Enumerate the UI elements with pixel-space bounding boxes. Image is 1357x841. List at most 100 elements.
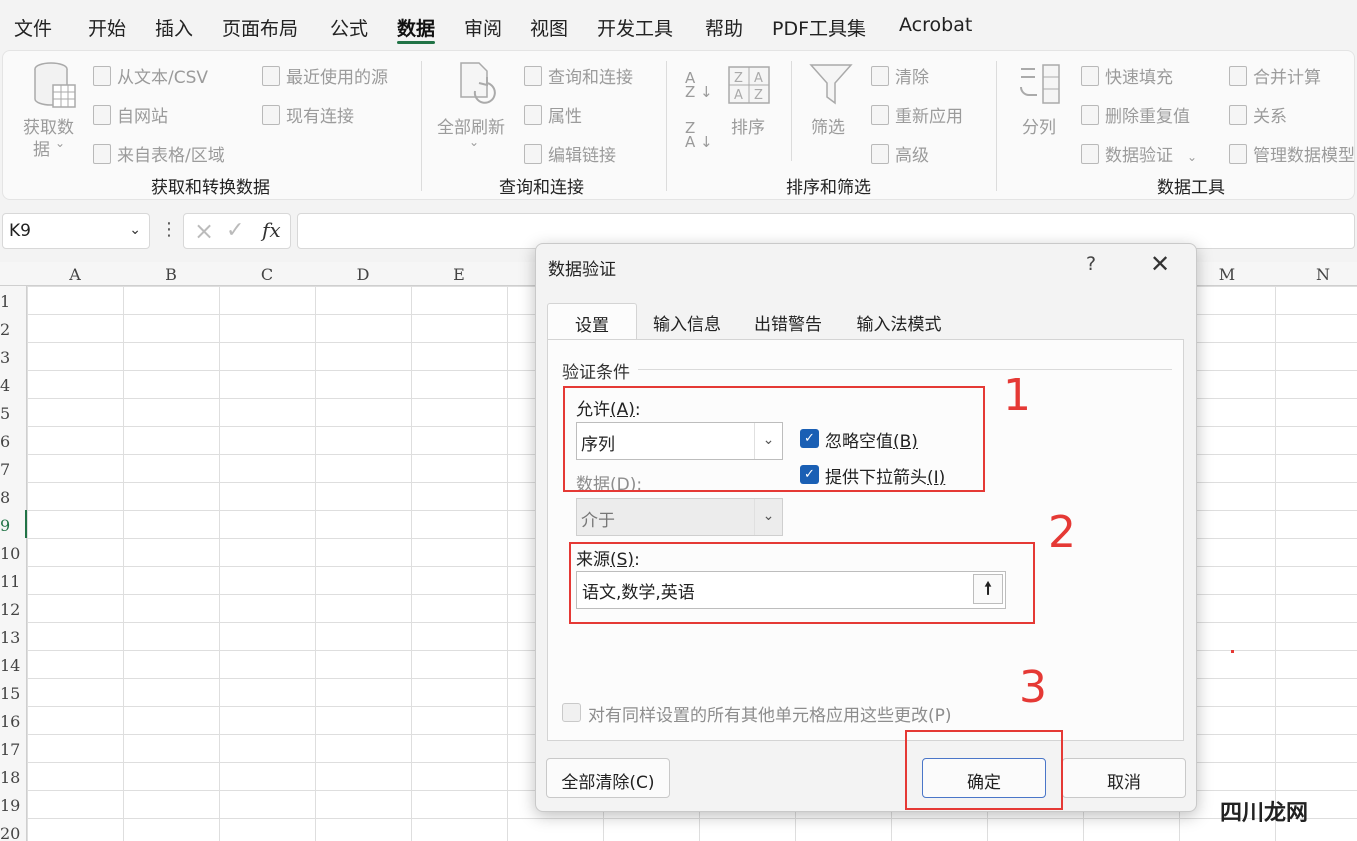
column-header-m[interactable]: M [1217,265,1237,284]
row-header[interactable]: 15 [0,684,20,703]
filter-button[interactable]: 筛选 [811,113,845,138]
row-header[interactable]: 6 [0,432,10,451]
menu-tab-acrobat[interactable]: Acrobat [899,14,972,36]
insert-function-icon[interactable]: fx [262,218,281,242]
properties-label: 属性 [548,107,582,127]
database-table-icon [34,62,76,108]
flash-fill-button[interactable]: 快速填充 [1081,63,1173,88]
column-header-b[interactable]: B [161,265,181,284]
row-header[interactable]: 16 [0,712,20,731]
connection-file-icon [262,105,280,125]
remove-duplicates-button[interactable]: 删除重复值 [1081,102,1190,127]
svg-text:Z: Z [754,88,763,103]
clear-all-button[interactable]: 全部清除(C) [546,758,670,798]
edit-links-icon [524,144,542,164]
relationships-button[interactable]: 关系 [1229,102,1287,127]
text-to-columns-icon [1020,64,1060,104]
row-header[interactable]: 17 [0,740,20,759]
chevron-down-icon[interactable]: ⌄ [129,222,141,238]
column-header-c[interactable]: C [257,265,277,284]
clear-filter-icon [871,66,889,86]
row-header[interactable]: 5 [0,404,10,423]
column-header-d[interactable]: D [353,265,373,284]
column-header-a[interactable]: A [65,265,85,284]
row-header[interactable]: 10 [0,544,20,563]
clear-filter-label: 清除 [895,68,929,88]
menu-tab-help[interactable]: 帮助 [705,14,743,41]
row-header[interactable]: 18 [0,768,20,787]
from-text-csv-button[interactable]: 从文本/CSV [93,63,208,88]
stray-mark [1231,650,1234,653]
row-header[interactable]: 7 [0,460,10,479]
formula-tools: × ✓ fx [183,213,291,249]
sort-button[interactable]: 排序 [731,113,765,138]
tab-error-alert[interactable]: 出错警告 [738,303,838,339]
recent-sources-button[interactable]: 最近使用的源 [262,63,388,88]
row-header[interactable]: 8 [0,488,10,507]
row-header[interactable]: 2 [0,320,10,339]
apply-to-all-checkbox[interactable] [562,703,581,722]
properties-button[interactable]: 属性 [524,102,582,127]
table-icon [93,144,111,164]
group-divider [421,61,422,191]
advanced-filter-button[interactable]: 高级 [871,141,929,166]
queries-connections-label: 查询和连接 [548,68,633,88]
edit-links-label: 编辑链接 [548,146,616,166]
menu-tab-review[interactable]: 审阅 [464,14,502,41]
row-header[interactable]: 20 [0,824,20,841]
queries-connections-button[interactable]: 查询和连接 [524,63,633,88]
help-icon[interactable]: ? [1086,253,1096,275]
row-header[interactable]: 4 [0,376,10,395]
svg-text:A: A [754,71,763,86]
more-options-icon[interactable]: ⋮ [160,219,178,240]
menu-tab-view[interactable]: 视图 [530,14,568,41]
cancel-button[interactable]: 取消 [1062,758,1186,798]
edit-links-button[interactable]: 编辑链接 [524,141,616,166]
dialog-title: 数据验证 [548,260,616,280]
menu-tab-insert[interactable]: 插入 [155,14,193,41]
svg-text:A: A [734,88,743,103]
enter-check-icon[interactable]: ✓ [226,218,244,243]
menu-tab-developer[interactable]: 开发工具 [597,14,673,41]
row-header[interactable]: 13 [0,628,20,647]
row-header[interactable]: 14 [0,656,20,675]
consolidate-button[interactable]: 合并计算 [1229,63,1321,88]
row-header-selected[interactable]: 9 [0,516,10,535]
close-icon[interactable]: ✕ [1150,250,1170,278]
ribbon: 获取数 据 ⌄ 从文本/CSV 自网站 来自表格/区域 最近使用的源 现有连接 … [2,50,1355,200]
remove-duplicates-icon [1081,105,1099,125]
text-to-columns-button[interactable]: 分列 [1022,113,1056,138]
row-header[interactable]: 3 [0,348,10,367]
name-box-value: K9 [9,221,31,241]
tab-settings[interactable]: 设置 [547,303,637,339]
row-header[interactable]: 11 [0,572,20,591]
tab-ime-mode[interactable]: 输入法模式 [841,303,957,339]
data-validation-button[interactable]: 数据验证 ⌄ [1081,141,1197,166]
existing-connections-button[interactable]: 现有连接 [262,102,354,127]
from-web-button[interactable]: 自网站 [93,102,168,127]
sort-az-icon[interactable]: AZ ↓ [685,71,713,100]
menu-tab-page-layout[interactable]: 页面布局 [222,14,298,41]
name-box[interactable]: K9 ⌄ [2,213,150,249]
reapply-button[interactable]: 重新应用 [871,102,963,127]
row-header[interactable]: 19 [0,796,20,815]
sort-icon: ZA AZ [728,66,770,104]
menu-tab-file[interactable]: 文件 [14,14,52,41]
row-header[interactable]: 12 [0,600,20,619]
refresh-all-icon [460,62,496,104]
watermark: 四川龙网 [1220,801,1309,826]
column-header-n[interactable]: N [1313,265,1333,284]
from-table-button[interactable]: 来自表格/区域 [93,141,225,166]
cancel-icon[interactable]: × [194,217,214,245]
menu-tab-data[interactable]: 数据 [397,14,435,41]
tab-input-message[interactable]: 输入信息 [639,303,735,339]
active-tab-underline [397,41,435,44]
menu-tab-home[interactable]: 开始 [88,14,126,41]
menu-tab-pdf-tools[interactable]: PDF工具集 [772,14,866,41]
row-header[interactable]: 1 [0,292,10,311]
column-header-e[interactable]: E [449,265,469,284]
manage-data-model-button[interactable]: 管理数据模型 [1229,141,1356,166]
menu-tab-formulas[interactable]: 公式 [330,14,368,41]
sort-za-icon[interactable]: ZA ↓ [685,121,713,150]
clear-filter-button[interactable]: 清除 [871,63,929,88]
